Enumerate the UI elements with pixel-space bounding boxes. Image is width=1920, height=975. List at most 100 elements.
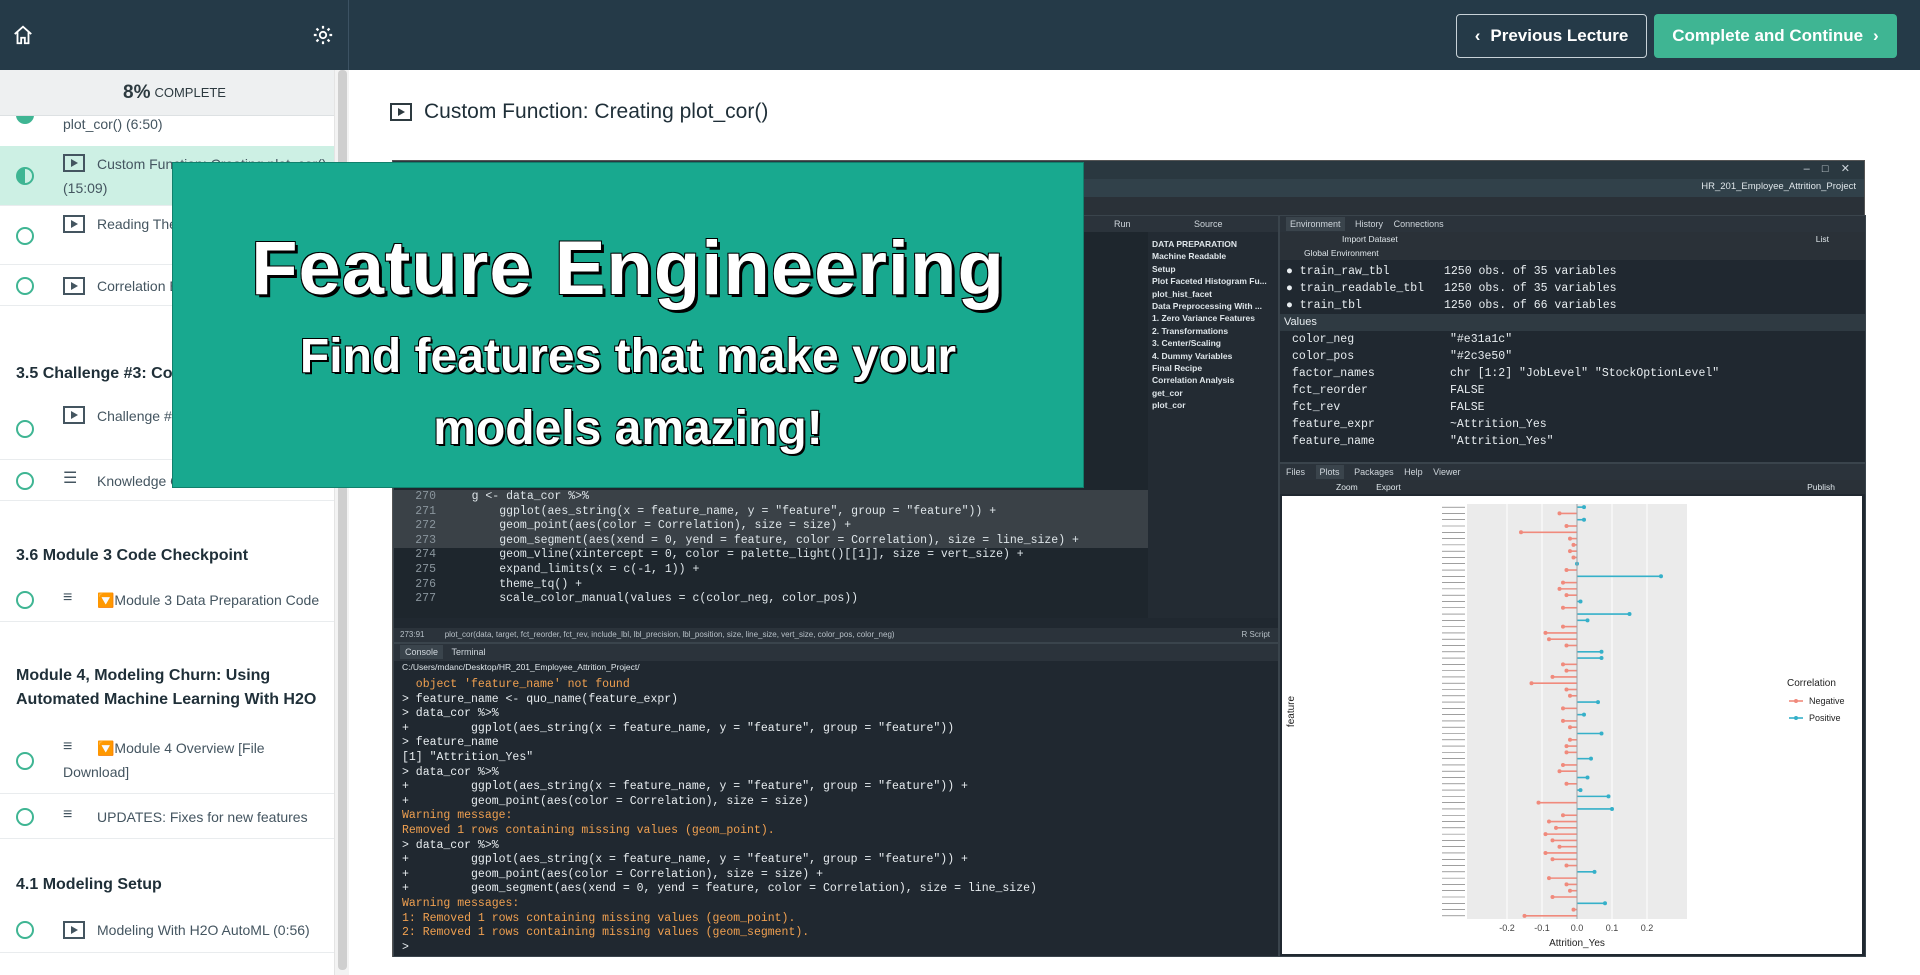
half-circle-icon [16, 167, 34, 185]
lollipop-point [1659, 574, 1663, 579]
lollipop-point [1547, 876, 1551, 881]
document-outline[interactable]: DATA PREPARATION Machine Readable Setup Plo… [1148, 232, 1278, 618]
outline-item[interactable]: Setup [1152, 263, 1276, 275]
circle-icon [16, 472, 34, 490]
complete-and-continue-button[interactable]: Complete and Continue › [1654, 14, 1897, 58]
publish-button[interactable]: Publish [1807, 480, 1835, 494]
tab-files[interactable]: Files [1286, 467, 1305, 477]
lollipop-point [1561, 762, 1565, 767]
lollipop-point [1564, 524, 1569, 529]
console-line: > feature_name [402, 736, 499, 750]
outline-item[interactable]: get_cor [1152, 387, 1276, 399]
lollipop-point [1568, 888, 1572, 893]
env-row[interactable]: fct_reorder FALSE [1280, 382, 1865, 399]
previous-lecture-button[interactable]: ‹ Previous Lecture [1456, 14, 1647, 58]
tab-packages[interactable]: Packages [1354, 467, 1394, 477]
lollipop-point [1627, 612, 1632, 617]
outline-item[interactable]: 4. Dummy Variables [1152, 350, 1276, 362]
console-output[interactable]: object 'feature_name' not found > feature… [402, 678, 1037, 955]
source-button[interactable]: Source [1194, 216, 1223, 232]
env-row[interactable]: feature_expr ~Attrition_Yes [1280, 416, 1865, 433]
gear-icon[interactable] [312, 24, 334, 46]
lollipop-point [1547, 637, 1551, 642]
tab-terminal[interactable]: Terminal [452, 647, 486, 657]
lollipop-point [1550, 857, 1555, 862]
outline-item[interactable]: Machine Readable [1152, 250, 1276, 262]
zoom-button[interactable]: Zoom [1336, 482, 1358, 492]
outline-item[interactable]: Final Recipe [1152, 362, 1276, 374]
lollipop-point [1564, 568, 1569, 573]
global-env-bar: Global Environment [1280, 246, 1865, 260]
env-row[interactable]: feature_name "Attrition_Yes" [1280, 433, 1865, 450]
export-button[interactable]: Export [1376, 482, 1401, 492]
project-name[interactable]: HR_201_Employee_Attrition_Project [1701, 181, 1856, 192]
env-row[interactable]: fct_rev FALSE [1280, 399, 1865, 416]
console-line: 1: Removed 1 rows containing missing val… [402, 911, 796, 925]
env-row[interactable]: factor_names chr [1:2] "JobLevel" "StockO… [1280, 365, 1865, 382]
console-line: + ggplot(aes_string(x = feature_name, y … [402, 853, 968, 867]
x-tick-label: 0.1 [1606, 923, 1619, 933]
env-row[interactable]: ● train_raw_tbl 1250 obs. of 35 variables [1280, 263, 1865, 280]
circle-icon [16, 227, 34, 245]
lollipop-point [1557, 769, 1562, 774]
progress-percent: 8% [123, 81, 151, 103]
section-title: 3.6 Module 3 Code Checkpoint [16, 547, 249, 564]
env-toolbar: Import Dataset List [1280, 232, 1865, 246]
outline-item[interactable]: 1. Zero Variance Features [1152, 312, 1276, 324]
legend-key-point [1794, 716, 1798, 720]
lollipop-point [1578, 599, 1583, 604]
list-item[interactable]: ≡ 🔽Module 4 Overview [File Download] [0, 728, 334, 794]
tab-connections[interactable]: Connections [1394, 219, 1444, 229]
console-path: C:/Users/mdanc/Desktop/HR_201_Employee_A… [402, 662, 640, 672]
plots-pane: Files Plots Packages Help Viewer Zoom Ex… [1279, 463, 1866, 957]
import-dataset-button[interactable]: Import Dataset [1342, 234, 1398, 244]
outline-item[interactable]: 2. Transformations [1152, 325, 1276, 337]
outline-item[interactable]: plot_hist_facet [1152, 288, 1276, 300]
lollipop-point [1564, 882, 1569, 887]
tab-plots[interactable]: Plots [1315, 465, 1344, 479]
list-item[interactable]: ≡ UPDATES: Fixes for new features [0, 795, 334, 839]
lollipop-point [1610, 806, 1614, 811]
window-controls-icon[interactable]: – □ ✕ [1804, 162, 1850, 175]
console-line: Removed 1 rows containing missing values… [402, 823, 775, 837]
tab-console[interactable]: Console [400, 645, 444, 659]
code-line: 274 geom_vline(xintercept = 0, color = p… [415, 548, 1024, 562]
plot-tabs: Files Plots Packages Help Viewer [1280, 464, 1865, 480]
tab-viewer[interactable]: Viewer [1433, 467, 1460, 477]
global-environment-select[interactable]: Global Environment [1304, 248, 1379, 258]
lollipop-point [1561, 605, 1565, 610]
circle-icon [16, 808, 34, 826]
console-line: + geom_segment(aes(xend = 0, yend = feat… [402, 882, 1037, 896]
outline-item[interactable]: Correlation Analysis [1152, 374, 1276, 386]
tab-environment[interactable]: Environment [1286, 217, 1345, 231]
env-row[interactable]: ● train_tbl 1250 obs. of 66 variables [1280, 297, 1865, 314]
progress-label: COMPLETE [154, 85, 226, 100]
lollipop-point [1571, 555, 1576, 560]
tab-help[interactable]: Help [1404, 467, 1423, 477]
code-line: 272 geom_point(aes(color = Correlation),… [394, 519, 1148, 534]
lollipop-point [1564, 593, 1569, 598]
sidebar-header [0, 0, 349, 70]
lollipop-point [1589, 756, 1593, 761]
console-line: > data_cor %>% [402, 707, 499, 721]
run-button[interactable]: Run [1114, 216, 1131, 232]
lollipop-point [1599, 649, 1604, 654]
home-icon[interactable] [12, 24, 34, 46]
lollipop-point [1554, 825, 1558, 830]
env-row[interactable]: color_neg "#e31a1c" [1280, 331, 1865, 348]
code-lines: 270 g <- data_cor %>% 271 ggplot(aes_stri… [394, 490, 1148, 607]
list-view-button[interactable]: List [1816, 232, 1829, 246]
outline-item[interactable]: plot_cor [1152, 399, 1276, 411]
outline-item[interactable]: Plot Faceted Histogram Fu... [1152, 275, 1276, 287]
outline-item[interactable]: DATA PREPARATION [1152, 238, 1276, 250]
outline-item[interactable]: Data Preprocessing With ... [1152, 300, 1276, 312]
list-item[interactable]: ≡ 🔽Module 3 Data Preparation Code [0, 578, 334, 622]
env-row[interactable]: color_pos "#2c3e50" [1280, 348, 1865, 365]
list-item[interactable]: Modeling With H2O AutoML (0:56) [0, 907, 334, 953]
env-row[interactable]: ● train_readable_tbl 1250 obs. of 35 vari… [1280, 280, 1865, 297]
tab-history[interactable]: History [1355, 219, 1383, 229]
lollipop-point [1519, 530, 1523, 535]
outline-item[interactable]: 3. Center/Scaling [1152, 337, 1276, 349]
lollipop-point [1585, 618, 1590, 623]
correlation-chart[interactable]: -0.2 -0.1 0.0 0.1 0.2 Attrition_Yes feature Cor… [1282, 496, 1862, 954]
